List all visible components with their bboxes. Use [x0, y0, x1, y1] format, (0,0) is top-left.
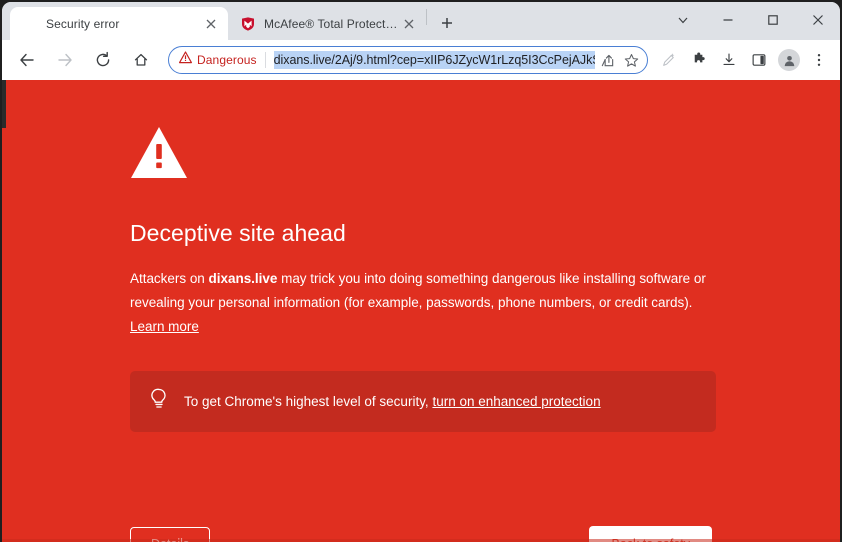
maximize-icon[interactable] — [750, 2, 795, 38]
tab-mcafee-total-protection[interactable]: McAfee® Total Protection — [228, 7, 426, 40]
enhanced-protection-text: To get Chrome's highest level of securit… — [184, 392, 601, 412]
learn-more-link[interactable]: Learn more — [130, 319, 199, 334]
tab-strip: Security error McAfee® Total Protection — [2, 2, 840, 40]
enhanced-text-lead: To get Chrome's highest level of securit… — [184, 393, 433, 409]
security-status-label: Dangerous — [197, 53, 257, 67]
reload-button[interactable] — [88, 45, 118, 75]
back-button[interactable] — [12, 45, 42, 75]
deceptive-site-interstitial: Deceptive site ahead Attackers on dixans… — [2, 80, 840, 542]
tab-favicon-blank — [22, 16, 38, 32]
url-input[interactable]: dixans.live/2Aj/9.html?cep=xIIP6JZycW1rL… — [273, 51, 595, 69]
minimize-icon[interactable] — [705, 2, 750, 38]
tab-security-error[interactable]: Security error — [10, 7, 228, 40]
page-title: Deceptive site ahead — [130, 220, 346, 246]
mcafee-shield-icon — [240, 16, 256, 32]
side-panel-icon[interactable] — [745, 46, 773, 74]
enhanced-protection-notice: To get Chrome's highest level of securit… — [130, 371, 716, 432]
turn-on-enhanced-protection-link[interactable]: turn on enhanced protection — [432, 394, 600, 409]
close-icon[interactable] — [795, 2, 840, 38]
warning-triangle-white-icon — [130, 126, 716, 180]
omnibox-divider — [264, 52, 266, 68]
tab-close-icon[interactable] — [202, 15, 220, 33]
paragraph-before-domain: Attackers on — [130, 271, 209, 286]
address-bar[interactable]: Dangerous dixans.live/2Aj/9.html?cep=xII… — [168, 46, 648, 74]
interstitial-content: Deceptive site ahead Attackers on dixans… — [130, 126, 716, 432]
browser-window: Security error McAfee® Total Protection — [2, 2, 840, 542]
three-dot-menu-icon[interactable] — [805, 46, 833, 74]
tab-separator — [426, 9, 427, 25]
home-button[interactable] — [126, 45, 156, 75]
window-edge-shadow — [2, 80, 6, 128]
window-controls — [660, 2, 840, 38]
domain-name: dixans.live — [208, 271, 278, 286]
chevron-down-icon[interactable] — [660, 2, 705, 38]
security-status-badge[interactable]: Dangerous — [179, 51, 265, 69]
new-tab-button[interactable] — [433, 9, 461, 37]
browser-toolbar: Dangerous dixans.live/2Aj/9.html?cep=xII… — [2, 40, 840, 80]
interstitial-paragraph: Attackers on dixans.live may trick you i… — [130, 267, 716, 339]
star-icon[interactable] — [619, 48, 643, 72]
tab-close-icon[interactable] — [400, 15, 418, 33]
downloads-icon[interactable] — [715, 46, 743, 74]
tab-title: Security error — [46, 16, 120, 31]
profile-avatar-icon[interactable] — [775, 46, 803, 74]
tab-title: McAfee® Total Protection — [264, 16, 400, 31]
avatar — [778, 49, 800, 71]
forward-button[interactable] — [50, 45, 80, 75]
lightbulb-icon — [150, 388, 168, 415]
warning-triangle-icon — [179, 51, 192, 69]
share-icon[interactable] — [595, 48, 619, 72]
extensions-puzzle-icon[interactable] — [685, 46, 713, 74]
pen-spark-icon[interactable] — [655, 46, 683, 74]
